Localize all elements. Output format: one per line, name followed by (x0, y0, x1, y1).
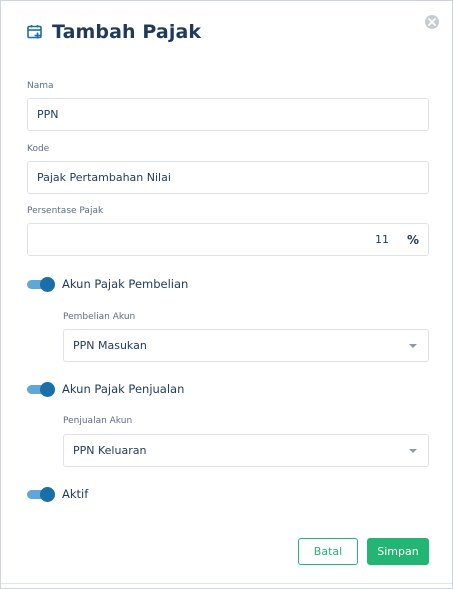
penjualan-akun-select[interactable]: PPN Keluaran (63, 434, 429, 467)
pembelian-akun-value: PPN Masukan (73, 339, 147, 352)
modal-header: Tambah Pajak (27, 21, 201, 43)
toggle-akun-penjualan[interactable]: Akun Pajak Penjualan (27, 382, 185, 397)
toggle-akun-penjualan-label: Akun Pajak Penjualan (62, 382, 185, 396)
modal-title: Tambah Pajak (52, 21, 202, 43)
modal-bottom-divider (1, 583, 452, 584)
chevron-down-icon[interactable] (409, 343, 417, 348)
nama-label: Nama (27, 81, 54, 91)
toggle-aktif-label: Aktif (62, 487, 89, 501)
toggle-switch[interactable] (27, 382, 55, 397)
add-tax-modal: Tambah Pajak Nama PPN Kode Pajak Pertamb… (0, 0, 453, 589)
toggle-akun-pembelian-label: Akun Pajak Pembelian (62, 277, 189, 291)
pembelian-akun-label: Pembelian Akun (63, 312, 136, 322)
kode-label: Kode (27, 144, 50, 154)
persentase-value: 11 (374, 233, 389, 246)
toggle-switch[interactable] (27, 277, 55, 292)
nama-value: PPN (37, 108, 59, 121)
penjualan-akun-label: Penjualan Akun (63, 416, 133, 426)
toggle-akun-pembelian[interactable]: Akun Pajak Pembelian (27, 277, 189, 292)
percent-suffix: % (406, 232, 419, 247)
close-icon[interactable] (425, 15, 439, 29)
chevron-down-icon[interactable] (409, 448, 417, 453)
calendar-plus-icon (27, 24, 43, 40)
penjualan-akun-value: PPN Keluaran (73, 444, 147, 457)
kode-field[interactable]: Pajak Pertambahan Nilai (27, 161, 429, 194)
persentase-field[interactable]: 11 % (27, 223, 429, 256)
cancel-button[interactable]: Batal (298, 538, 358, 565)
pembelian-akun-select[interactable]: PPN Masukan (63, 329, 429, 362)
nama-field[interactable]: PPN (27, 98, 429, 131)
persentase-label: Persentase Pajak (27, 206, 104, 216)
kode-value: Pajak Pertambahan Nilai (37, 171, 171, 184)
toggle-switch[interactable] (27, 487, 55, 502)
toggle-aktif[interactable]: Aktif (27, 487, 89, 502)
save-button[interactable]: Simpan (367, 538, 429, 565)
